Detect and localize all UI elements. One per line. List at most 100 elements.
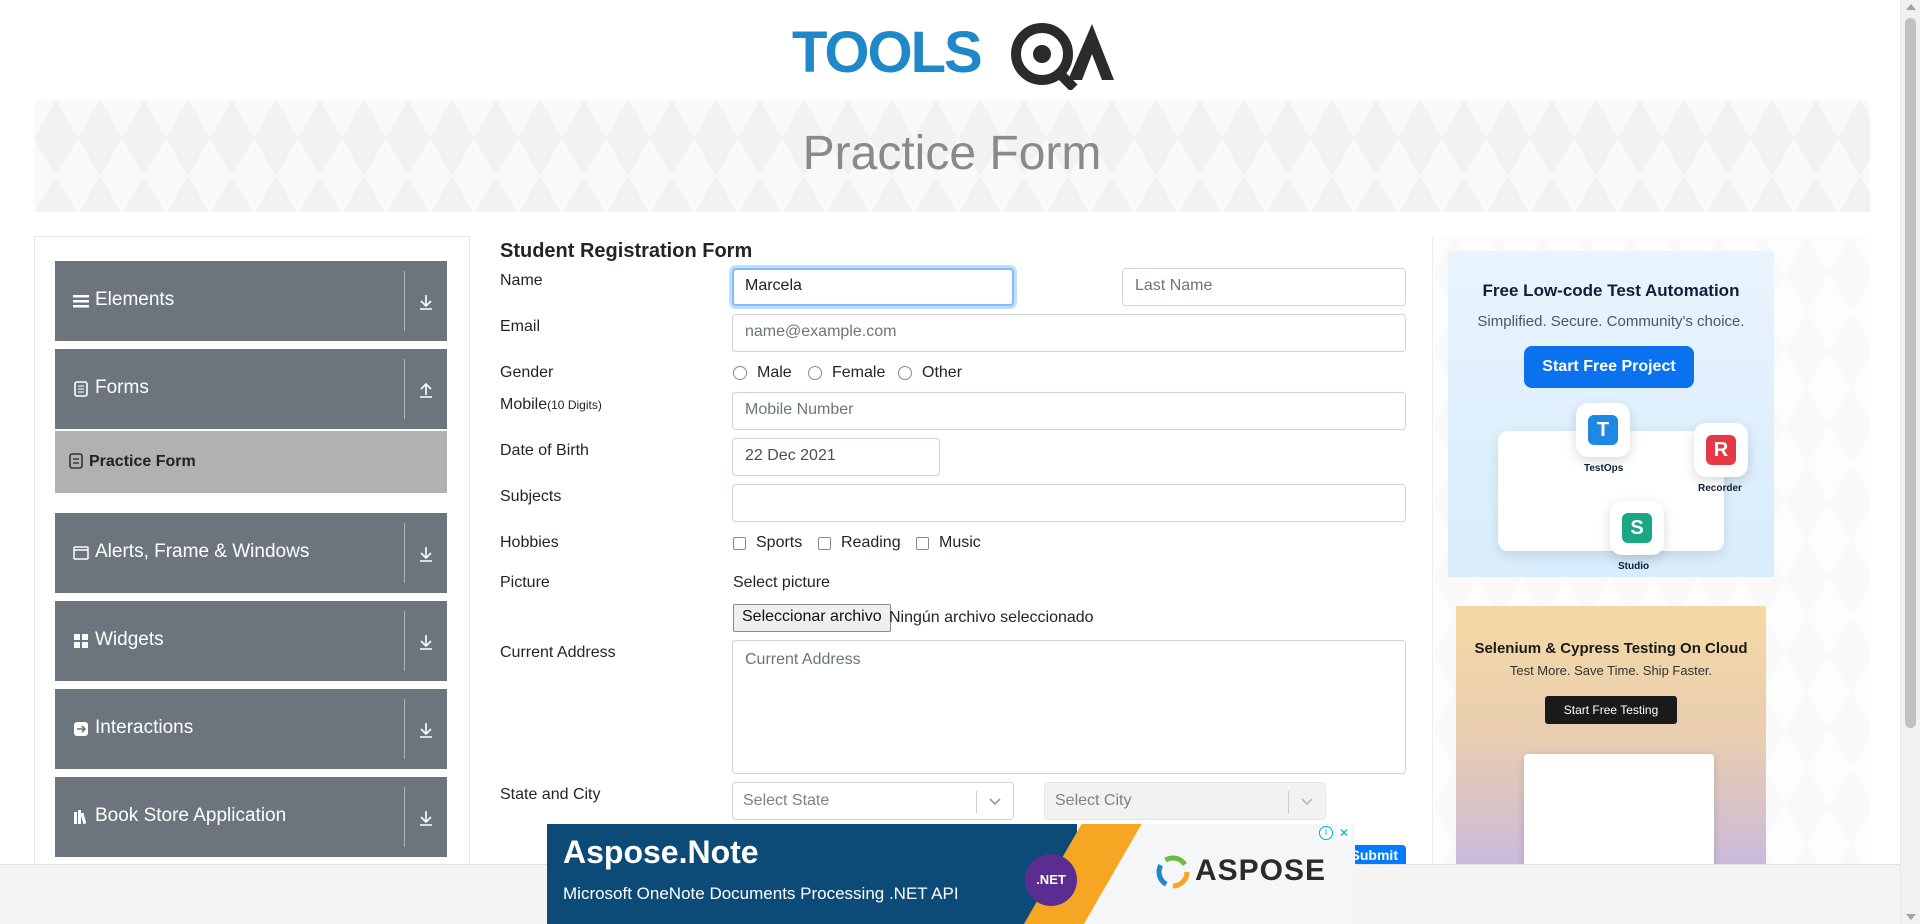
chevron-down-icon[interactable] [1299,792,1315,810]
page-scrollbar[interactable] [1900,0,1920,924]
scrollbar-thumb[interactable] [1905,18,1916,728]
radio-label: Female [832,364,886,381]
sidebar-group-widgets[interactable]: Widgets [55,601,447,681]
form-title: Student Registration Form [500,240,753,262]
current-address-textarea[interactable]: Current Address [732,640,1406,774]
checkbox-label: Music [939,534,981,551]
scroll-up-icon[interactable] [1906,4,1916,10]
ad-close-icon[interactable]: ✕ [1337,826,1351,840]
sidebar-group-interactions[interactable]: Interactions [55,689,447,769]
download-icon[interactable] [415,291,437,313]
page-banner: Practice Form [34,100,1870,212]
badge-label: TestOps [1584,463,1624,474]
email-input[interactable]: name@example.com [732,314,1406,352]
sidebar-group-label: Interactions [95,717,194,738]
testproject-ad[interactable]: Free Low-code Test Automation Simplified… [1448,251,1774,577]
file-status: Ningún archivo seleccionado [889,609,1094,626]
sidebar-group-label: Widgets [95,629,164,650]
gender-male-radio[interactable]: Male [733,364,792,382]
mobile-input[interactable]: Mobile Number [732,392,1406,430]
testops-icon: T [1588,415,1618,445]
checkbox-box[interactable] [916,536,929,550]
form-icon [69,453,83,469]
mobile-hint: (10 Digits) [547,398,602,412]
recorder-badge: R [1694,423,1748,477]
hobbies-label: Hobbies [500,534,559,551]
studio-icon: S [1622,513,1652,543]
sidebar-group-label: Forms [95,377,149,398]
download-icon[interactable] [415,631,437,653]
sidebar-group-bookstore[interactable]: Book Store Application [55,777,447,857]
sidebar-group-label: Alerts, Frame & Windows [95,541,310,562]
subjects-input[interactable] [732,484,1406,522]
svg-text:TOOLS: TOOLS [792,20,981,85]
sidebar: Elements Forms Practice Form Alerts, Fra… [34,236,470,876]
studio-badge: S [1610,501,1664,555]
radio-label: Other [922,364,963,381]
upload-icon[interactable] [415,379,437,401]
hobby-music-checkbox[interactable]: Music [916,534,981,552]
gender-other-radio[interactable]: Other [898,364,962,382]
hobby-sports-checkbox[interactable]: Sports [733,534,802,552]
dotnet-badge: .NET [1025,854,1077,906]
download-icon[interactable] [415,719,437,741]
chevron-down-icon[interactable] [987,792,1003,810]
checkbox-label: Sports [756,534,803,551]
radio-circle[interactable] [898,366,912,380]
aspose-logo-icon [1156,855,1190,889]
first-name-input[interactable]: Marcela [732,268,1014,306]
mobile-label: Mobile(10 Digits) [500,396,602,414]
radio-circle[interactable] [733,366,747,380]
grid-icon [74,634,88,648]
checkbox-label: Reading [841,534,901,551]
divider [976,791,977,813]
sidebar-item-label: Practice Form [89,453,196,470]
state-select[interactable]: Select State [732,782,1014,820]
email-label: Email [500,318,541,335]
sidebar-group-forms[interactable]: Forms [55,349,447,429]
choose-file-button[interactable]: Seleccionar archivo [733,604,891,632]
sidebar-group-label: Book Store Application [95,805,287,826]
sidebar-item-practice-form[interactable]: Practice Form [55,431,447,493]
mobile-label-text: Mobile [500,396,548,413]
hamburger-icon [73,295,89,308]
divider [1288,791,1289,813]
gender-label: Gender [500,364,554,381]
ad-cta-button[interactable]: Start Free Testing [1545,696,1677,724]
toolsqa-logo[interactable]: TOOLS [792,14,1114,90]
download-icon[interactable] [415,807,437,829]
hobby-reading-checkbox[interactable]: Reading [818,534,901,552]
city-placeholder: Select City [1055,792,1132,809]
ad-cta-button[interactable]: Start Free Project [1524,346,1694,388]
name-label: Name [500,272,543,289]
radio-circle[interactable] [808,366,822,380]
checkbox-box[interactable] [818,536,831,550]
subjects-label: Subjects [500,488,562,505]
city-select[interactable]: Select City [1044,782,1326,820]
scroll-down-icon[interactable] [1906,914,1916,920]
ad-title: Aspose.Note [563,834,759,870]
divider [404,699,405,759]
gender-female-radio[interactable]: Female [808,364,885,382]
ad-subtitle: Simplified. Secure. Community's choice. [1477,313,1745,330]
divider [404,359,405,419]
last-name-input[interactable]: Last Name [1122,268,1406,306]
download-icon[interactable] [415,543,437,565]
badge-label: Studio [1618,561,1650,572]
books-icon [74,810,87,825]
ad-subtitle: Test More. Save Time. Ship Faster. [1509,663,1713,678]
aspose-banner-ad[interactable]: Aspose.Note Microsoft OneNote Documents … [547,824,1355,924]
ad-info-icon[interactable]: i [1319,826,1333,840]
state-city-label: State and City [500,786,601,803]
dob-input[interactable]: 22 Dec 2021 [732,438,940,476]
checkbox-box[interactable] [733,536,746,550]
radio-label: Male [757,364,792,381]
divider [404,787,405,847]
cloud-testing-ad[interactable]: Selenium & Cypress Testing On Cloud Test… [1456,606,1766,876]
sidebar-group-elements[interactable]: Elements [55,261,447,341]
picture-label: Picture [500,574,550,591]
ad-title: Selenium & Cypress Testing On Cloud [1474,640,1748,657]
testops-badge: T [1576,403,1630,457]
sidebar-group-alerts[interactable]: Alerts, Frame & Windows [55,513,447,593]
ad-title: Free Low-code Test Automation [1482,281,1740,300]
